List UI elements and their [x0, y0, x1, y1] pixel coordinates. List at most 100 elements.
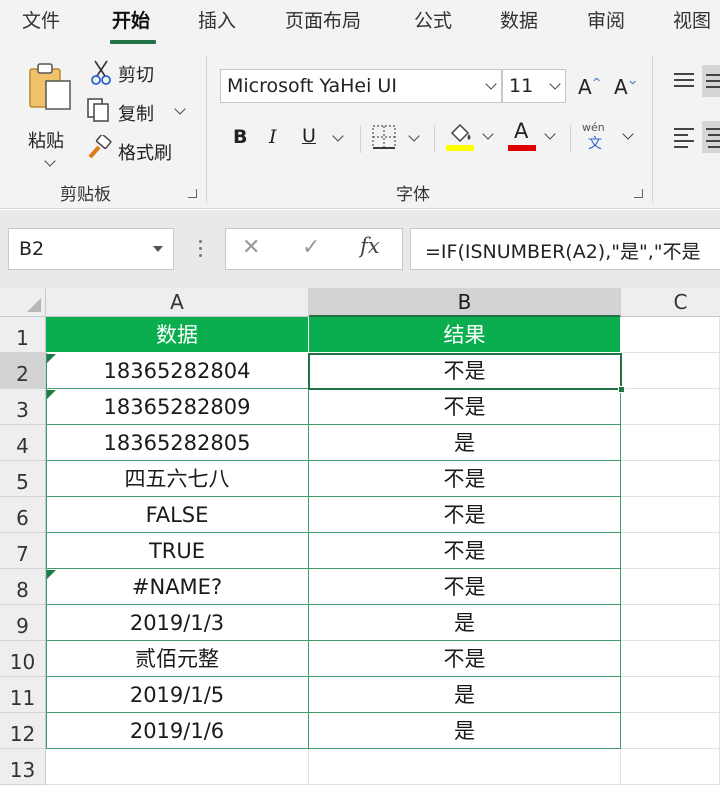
table-cell[interactable]: 18365282809 — [46, 389, 309, 425]
tab-data[interactable]: 数据 — [500, 6, 538, 33]
enter-check-icon[interactable]: ✓ — [302, 235, 320, 260]
column-header-b[interactable]: B — [309, 288, 621, 317]
table-cell[interactable]: 18365282805 — [46, 425, 309, 461]
table-cell[interactable]: 不是 — [309, 569, 621, 605]
table-cell[interactable]: 2019/1/3 — [46, 605, 309, 641]
formula-input[interactable]: =IF(ISNUMBER(A2),"是","不是 — [410, 228, 720, 270]
align-top-button[interactable] — [672, 69, 696, 93]
tab-file[interactable]: 文件 — [22, 6, 60, 33]
table-cell[interactable]: 18365282804 — [46, 353, 309, 389]
row-header[interactable]: 4 — [0, 425, 46, 461]
table-cell[interactable]: 是 — [309, 425, 621, 461]
copy-button[interactable]: 复制 — [86, 97, 190, 125]
row-header[interactable]: 9 — [0, 605, 46, 641]
empty-cell[interactable] — [46, 749, 309, 785]
row-header[interactable]: 5 — [0, 461, 46, 497]
column-header-c[interactable]: C — [621, 288, 720, 317]
table-cell[interactable]: 不是 — [309, 497, 621, 533]
table-cell[interactable]: 不是 — [309, 389, 621, 425]
error-indicator-icon[interactable] — [47, 354, 56, 363]
table-cell[interactable]: 四五六七八 — [46, 461, 309, 497]
empty-cell[interactable] — [621, 461, 720, 497]
font-color-button[interactable]: A — [508, 119, 560, 153]
table-header-cell[interactable]: 数据 — [46, 317, 309, 353]
row-header[interactable]: 13 — [0, 749, 46, 785]
bold-button[interactable]: B — [230, 125, 252, 151]
table-cell[interactable]: 不是 — [309, 533, 621, 569]
empty-cell[interactable] — [621, 497, 720, 533]
row-header[interactable]: 12 — [0, 713, 46, 749]
font-size-combobox[interactable]: 11 — [502, 69, 566, 103]
clipboard-group-label: 剪贴板 — [60, 185, 111, 205]
tab-page-layout[interactable]: 页面布局 — [285, 6, 361, 33]
row-header[interactable]: 7 — [0, 533, 46, 569]
table-cell[interactable]: 是 — [309, 605, 621, 641]
dialog-launcher-icon[interactable] — [634, 189, 643, 198]
empty-cell[interactable] — [621, 317, 720, 353]
table-cell[interactable]: 不是 — [309, 641, 621, 677]
underline-button[interactable]: U — [298, 125, 348, 151]
cut-button[interactable]: 剪切 — [90, 59, 170, 87]
tab-home[interactable]: 开始 — [112, 6, 150, 33]
fill-handle[interactable] — [618, 386, 625, 393]
select-all-button[interactable] — [0, 288, 46, 317]
bold-label: B — [233, 126, 248, 148]
tab-insert[interactable]: 插入 — [198, 6, 236, 33]
table-cell[interactable]: 2019/1/6 — [46, 713, 309, 749]
row-header[interactable]: 10 — [0, 641, 46, 677]
empty-cell[interactable] — [621, 677, 720, 713]
tab-view[interactable]: 视图 — [673, 6, 711, 33]
font-name-combobox[interactable]: Microsoft YaHei UI — [220, 69, 502, 103]
table-cell[interactable]: TRUE — [46, 533, 309, 569]
table-cell[interactable]: FALSE — [46, 497, 309, 533]
row-header[interactable]: 8 — [0, 569, 46, 605]
paste-button[interactable]: 粘贴 — [18, 61, 78, 191]
row-header[interactable]: 11 — [0, 677, 46, 713]
empty-cell[interactable] — [621, 569, 720, 605]
table-cell[interactable]: #NAME? — [46, 569, 309, 605]
align-left-button[interactable] — [672, 125, 696, 149]
borders-button[interactable] — [370, 123, 424, 153]
table-cell[interactable]: 是 — [309, 677, 621, 713]
empty-cell[interactable] — [621, 605, 720, 641]
name-box[interactable]: B2 — [8, 228, 174, 270]
tab-review[interactable]: 审阅 — [587, 6, 625, 33]
tab-formulas[interactable]: 公式 — [414, 6, 452, 33]
phonetic-guide-button[interactable]: wén 文 — [582, 121, 638, 153]
empty-cell[interactable] — [621, 713, 720, 749]
empty-cell[interactable] — [621, 425, 720, 461]
group-separator — [652, 55, 653, 203]
empty-cell[interactable] — [621, 749, 720, 785]
table-cell[interactable]: 2019/1/5 — [46, 677, 309, 713]
shrink-font-button[interactable]: A ^ — [612, 71, 642, 101]
active-cell-selection[interactable] — [308, 353, 622, 390]
empty-cell[interactable] — [621, 389, 720, 425]
empty-cell[interactable] — [621, 641, 720, 677]
error-indicator-icon[interactable] — [47, 570, 56, 579]
insert-function-button[interactable]: fx — [360, 234, 380, 258]
empty-cell[interactable] — [309, 749, 621, 785]
table-header-cell[interactable]: 结果 — [309, 317, 621, 353]
dialog-launcher-icon[interactable] — [188, 189, 197, 198]
error-indicator-icon[interactable] — [47, 390, 56, 399]
cancel-icon[interactable]: ✕ — [242, 235, 260, 260]
table-cell[interactable]: 贰佰元整 — [46, 641, 309, 677]
row-header[interactable]: 2 — [0, 353, 46, 389]
align-middle-button[interactable] — [702, 65, 720, 97]
align-center-button[interactable] — [702, 121, 720, 153]
fill-color-button[interactable] — [446, 121, 498, 153]
row-header[interactable]: 6 — [0, 497, 46, 533]
table-cell[interactable]: 是 — [309, 713, 621, 749]
row-header[interactable]: 1 — [0, 317, 46, 353]
row-header[interactable]: 3 — [0, 389, 46, 425]
empty-cell[interactable] — [621, 533, 720, 569]
column-header-a[interactable]: A — [46, 288, 309, 317]
empty-cell[interactable] — [621, 353, 720, 389]
formula-bar-splitter[interactable] — [198, 238, 202, 258]
italic-button[interactable]: I — [264, 125, 286, 151]
table-cell[interactable]: 不是 — [309, 461, 621, 497]
chevron-down-icon — [549, 78, 561, 90]
grow-font-button[interactable]: A ^ — [576, 71, 606, 101]
format-painter-button[interactable]: 格式刷 — [86, 135, 186, 164]
caret-down-icon[interactable] — [153, 246, 163, 252]
